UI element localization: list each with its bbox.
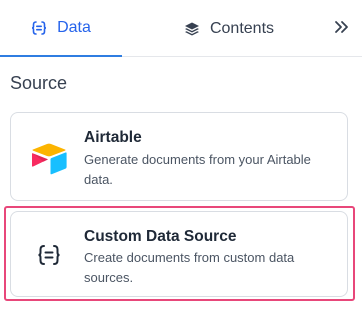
tab-bar: Data Contents xyxy=(0,0,362,57)
tab-data[interactable]: Data xyxy=(0,0,122,57)
braces-list-icon xyxy=(30,236,68,274)
braces-list-icon xyxy=(31,20,47,36)
airtable-logo xyxy=(30,140,68,178)
tab-data-label: Data xyxy=(57,18,91,36)
section-title: Source xyxy=(10,73,68,93)
source-title-airtable: Airtable xyxy=(84,129,142,146)
source-card-custom-data-source[interactable]: Custom Data Source Create documents from… xyxy=(10,211,348,297)
source-card-airtable[interactable]: Airtable Generate documents from your Ai… xyxy=(10,112,348,201)
collapse-panel-button[interactable] xyxy=(326,14,356,44)
layers-icon xyxy=(184,21,200,37)
double-chevron-right-icon xyxy=(333,19,349,40)
source-title-custom-data-source: Custom Data Source xyxy=(84,228,237,245)
tab-contents[interactable]: Contents xyxy=(170,0,288,57)
source-description-custom-data-source: Create documents from custom data source… xyxy=(84,250,295,285)
source-description-airtable: Generate documents from your Airtable da… xyxy=(84,152,311,187)
tab-contents-label: Contents xyxy=(209,19,275,37)
